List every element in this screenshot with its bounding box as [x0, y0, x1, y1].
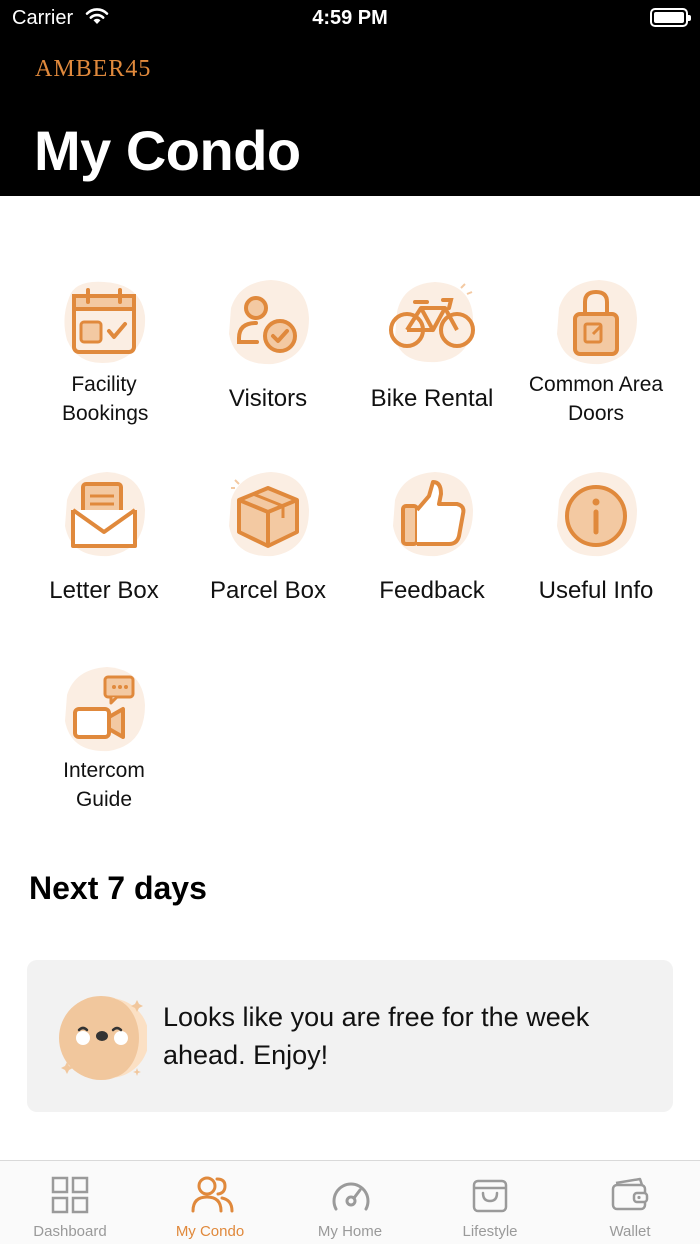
tile-label: Visitors — [228, 385, 308, 412]
tile-letter-box[interactable]: Letter Box — [22, 470, 186, 610]
tab-label: Lifestyle — [462, 1223, 518, 1240]
people-icon — [191, 1176, 234, 1213]
empty-schedule-message: Looks like you are free for the week ahe… — [163, 1002, 590, 1070]
tile-label: Common Area Doors — [528, 373, 664, 425]
tab-lifestyle[interactable]: Lifestyle — [420, 1161, 560, 1244]
tab-label: My Condo — [175, 1223, 245, 1240]
tile-feedback[interactable]: Feedback — [350, 470, 514, 610]
page-title: My Condo — [34, 119, 301, 182]
tab-my-home[interactable]: My Home — [280, 1161, 420, 1244]
tile-facility-bookings[interactable]: Facility Bookings — [22, 278, 186, 428]
tile-common-area-doors[interactable]: Common Area Doors — [514, 278, 678, 428]
tile-label: Useful Info — [538, 577, 654, 604]
moon-face-icon — [57, 992, 149, 1082]
calendar-check-icon — [59, 278, 149, 368]
tab-bar: Dashboard My Condo My Home Lifestyle Wal… — [0, 1160, 700, 1244]
tile-visitors[interactable]: Visitors — [186, 278, 350, 428]
info-circle-icon — [551, 470, 641, 560]
tile-label: Parcel Box — [209, 577, 327, 604]
gauge-icon — [332, 1182, 370, 1211]
parcel-box-icon — [223, 470, 313, 560]
video-chat-icon — [59, 665, 149, 755]
tab-label: Dashboard — [33, 1223, 107, 1240]
tile-label: Feedback — [379, 577, 485, 604]
bicycle-icon — [387, 278, 477, 368]
brand-logo: AMBER45 — [35, 56, 152, 82]
padlock-icon — [551, 278, 641, 368]
tile-parcel-box[interactable]: Parcel Box — [186, 470, 350, 610]
status-bar: Carrier 4:59 PM — [0, 0, 700, 36]
battery-icon — [650, 8, 691, 27]
grid-icon — [51, 1176, 89, 1214]
tab-dashboard[interactable]: Dashboard — [0, 1161, 140, 1244]
tab-my-condo[interactable]: My Condo — [140, 1161, 280, 1244]
section-title-next-7-days: Next 7 days — [29, 870, 207, 906]
wallet-icon — [611, 1177, 649, 1211]
thumbs-up-icon — [387, 470, 477, 560]
tab-label: My Home — [317, 1223, 383, 1240]
status-time: 4:59 PM — [312, 7, 388, 29]
envelope-letter-icon — [59, 470, 149, 560]
tile-label: Letter Box — [49, 577, 159, 604]
tile-label: Bike Rental — [370, 385, 494, 412]
shopping-bag-icon — [472, 1179, 508, 1213]
tile-useful-info[interactable]: Useful Info — [514, 470, 678, 610]
empty-schedule-card: Looks like you are free for the week ahe… — [27, 960, 673, 1112]
visitor-check-icon — [223, 278, 313, 368]
tile-label: Facility Bookings — [62, 373, 149, 425]
header: Carrier 4:59 PM AMBER45 My Condo — [0, 0, 700, 196]
tab-wallet[interactable]: Wallet — [560, 1161, 700, 1244]
tile-bike-rental[interactable]: Bike Rental — [350, 278, 514, 428]
tile-label: Intercom Guide — [63, 759, 145, 811]
tile-intercom-guide[interactable]: Intercom Guide — [22, 665, 186, 815]
tab-label: Wallet — [609, 1223, 651, 1240]
